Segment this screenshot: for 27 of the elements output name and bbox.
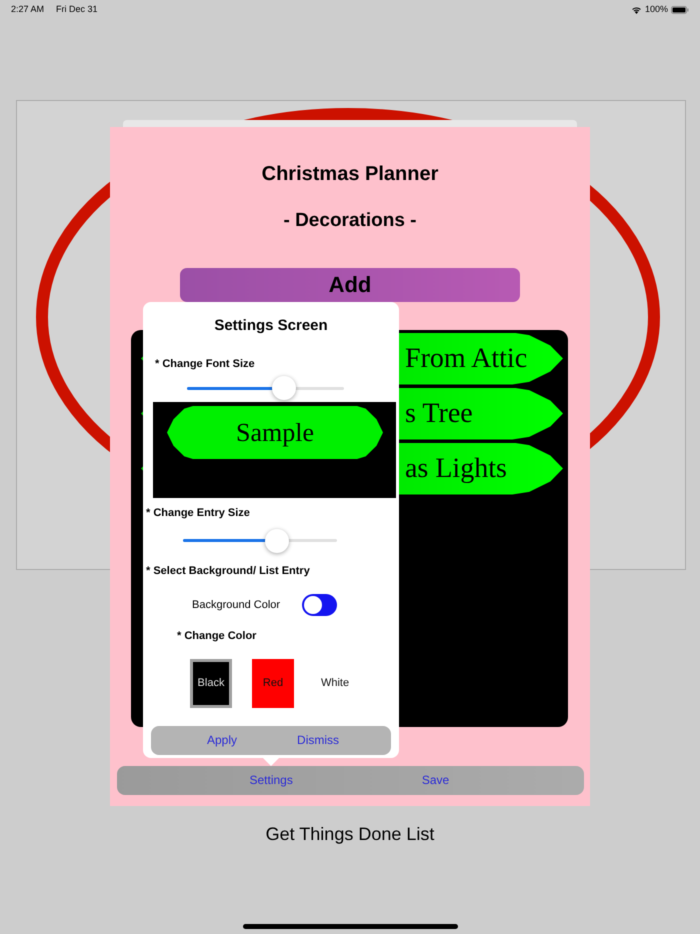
wifi-icon bbox=[630, 6, 642, 14]
status-date: Fri Dec 31 bbox=[56, 3, 98, 16]
color-label: * Change Color bbox=[177, 629, 258, 644]
planner-title: Christmas Planner bbox=[262, 162, 438, 187]
sample-entry: Sample bbox=[167, 406, 383, 459]
footer-title: Get Things Done List bbox=[264, 823, 436, 846]
planner-subtitle: - Decorations - bbox=[283, 209, 417, 233]
battery-icon bbox=[671, 6, 689, 14]
battery-percent: 100% bbox=[644, 3, 668, 16]
slider[interactable] bbox=[187, 374, 344, 402]
background-label: * Select Background/ List Entry bbox=[146, 564, 311, 578]
dismiss-button[interactable]: Dismiss bbox=[297, 731, 340, 749]
apply-button[interactable]: Apply bbox=[207, 731, 238, 749]
toggle-label: Background Color bbox=[192, 598, 280, 613]
background-toggle[interactable] bbox=[302, 594, 338, 616]
slider[interactable] bbox=[183, 526, 337, 554]
font-size-label: * Change Font Size bbox=[155, 356, 256, 372]
add-button[interactable]: Add bbox=[180, 268, 520, 302]
color-swatch[interactable]: Red bbox=[252, 658, 294, 708]
slider-thumb[interactable] bbox=[264, 528, 289, 552]
save-button[interactable]: Save bbox=[422, 771, 450, 789]
settings-button[interactable]: Settings bbox=[250, 771, 293, 789]
settings-title: Settings Screen bbox=[213, 316, 329, 336]
status-time: 2:27 AM bbox=[11, 3, 44, 16]
color-swatch[interactable]: Black bbox=[190, 658, 232, 708]
entry-size-label: * Change Entry Size bbox=[146, 506, 251, 521]
slider-thumb[interactable] bbox=[272, 376, 296, 400]
